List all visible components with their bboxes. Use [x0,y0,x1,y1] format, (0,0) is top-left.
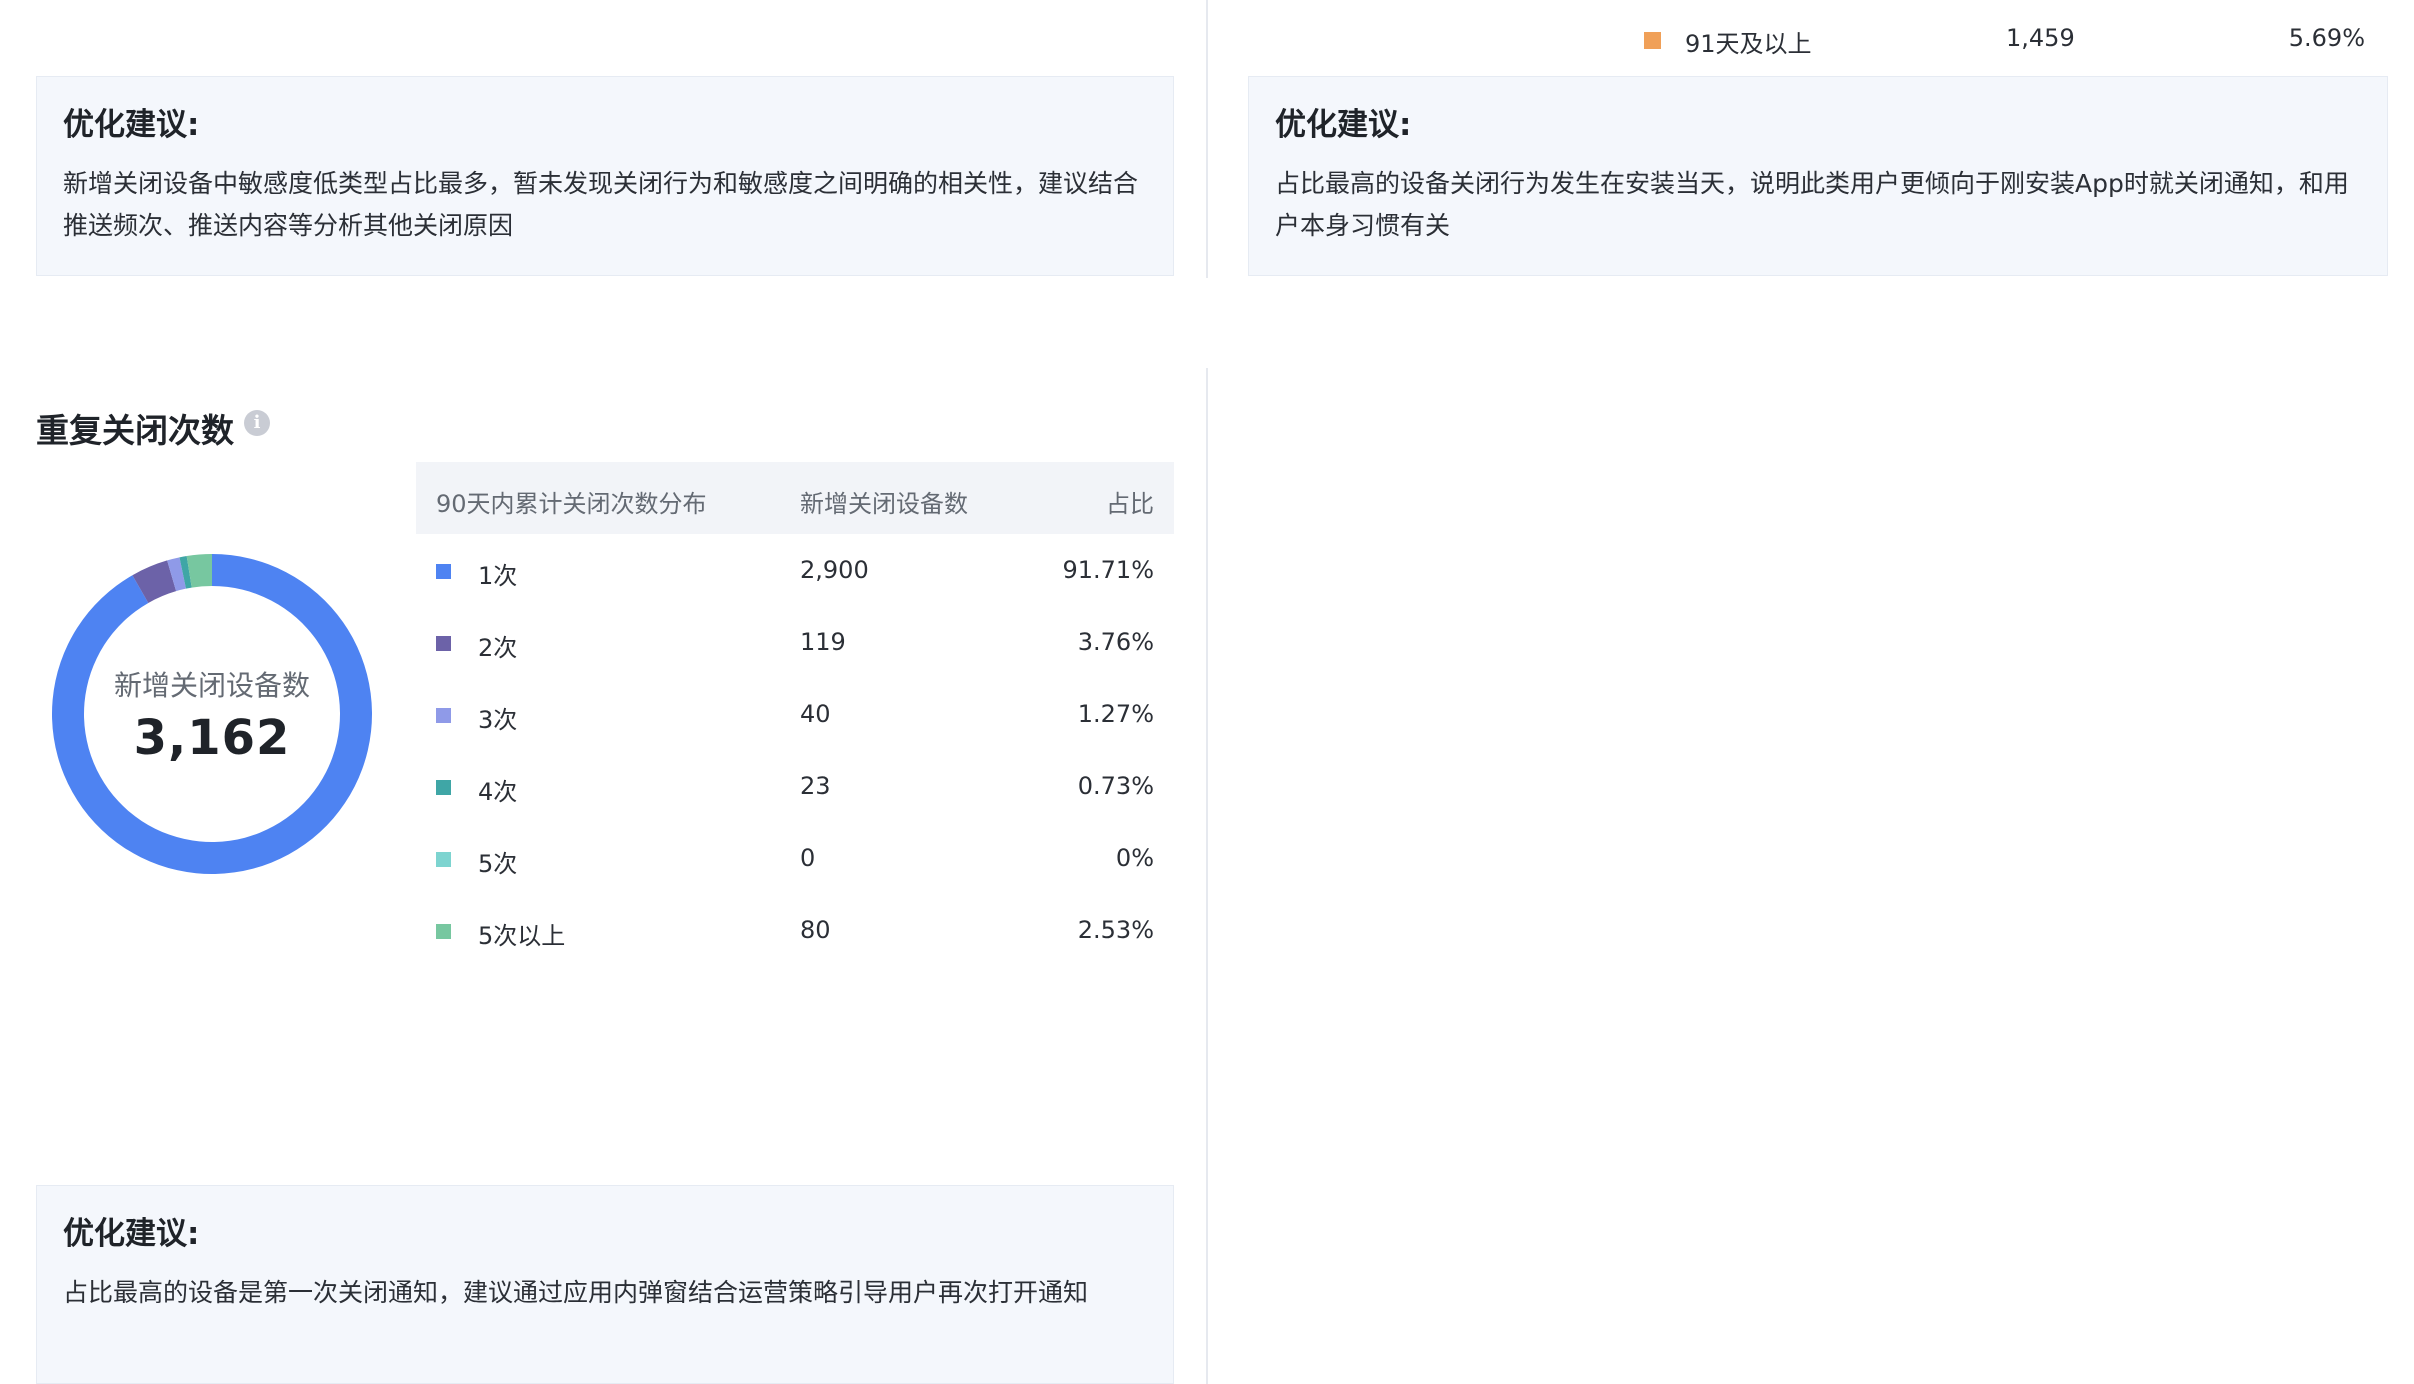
legend-percent: 5.69% [2288,24,2365,52]
section-title-repeat-close: 重复关闭次数 [36,411,234,450]
suggestion-text: 占比最高的设备关闭行为发生在安装当天，说明此类用户更倾向于刚安装App时就关闭通… [1275,169,2349,240]
legend-count: 1,459 [2006,24,2075,52]
suggestion-text: 占比最高的设备是第一次关闭通知，建议通过应用内弹窗结合运营策略引导用户再次打开通… [63,1278,1089,1307]
legend-swatch [436,708,451,723]
table-row: 1次 2,900 91.71% [416,534,1174,606]
row-count: 2,900 [800,556,869,584]
suggestion-title: 优化建议: [1275,107,1412,143]
donut-chart: 新增关闭设备数 3,162 [50,552,374,876]
repeat-close-table: 90天内累计关闭次数分布 新增关闭设备数 占比 1次 2,900 91.71% 2次 1… [416,462,1174,966]
table-body: 1次 2,900 91.71% 2次 119 3.76% 3次 40 1.27% 4次 23 0.73… [416,534,1174,966]
donut-center-label: 新增关闭设备数 [113,669,310,702]
row-percent: 0.73% [1077,772,1154,800]
header-device-count: 新增关闭设备数 [800,490,968,518]
suggestion-text: 新增关闭设备中敏感度低类型占比最多，暂未发现关闭行为和敏感度之间明确的相关性，建… [63,169,1139,240]
row-count: 23 [800,772,831,800]
legend-swatch [436,564,451,579]
row-category: 5次 [478,850,518,878]
suggestion-card-sensitivity: 优化建议: 新增关闭设备中敏感度低类型占比最多，暂未发现关闭行为和敏感度之间明确… [36,76,1174,276]
suggestion-card-install-time: 优化建议: 占比最高的设备关闭行为发生在安装当天，说明此类用户更倾向于刚安装Ap… [1248,76,2388,276]
row-category: 4次 [478,778,518,806]
row-percent: 0% [1115,844,1154,872]
legend-swatch [436,852,451,867]
header-distribution: 90天内累计关闭次数分布 [436,490,707,518]
info-icon[interactable]: i [244,410,270,436]
row-count: 40 [800,700,831,728]
suggestion-title: 优化建议: [63,107,200,143]
row-percent: 3.76% [1077,628,1154,656]
legend-swatch [436,780,451,795]
header-ratio: 占比 [1106,490,1154,518]
row-percent: 91.71% [1062,556,1154,584]
suggestion-card-repeat-close: 优化建议: 占比最高的设备是第一次关闭通知，建议通过应用内弹窗结合运营策略引导用… [36,1185,1174,1384]
legend-swatch [436,924,451,939]
legend-swatch [1644,32,1661,49]
row-percent: 1.27% [1077,700,1154,728]
table-row: 4次 23 0.73% [416,750,1174,822]
donut-center-total: 3,162 [133,710,291,766]
table-header: 90天内累计关闭次数分布 新增关闭设备数 占比 [416,462,1174,534]
row-count: 0 [800,844,816,872]
divider-top [1206,0,1208,278]
table-row: 5次 0 0% [416,822,1174,894]
legend-row-91-days: 91天及以上 1,459 5.69% [1640,22,2365,58]
row-category: 5次以上 [478,922,566,950]
row-category: 1次 [478,562,518,590]
row-category: 2次 [478,634,518,662]
row-count: 80 [800,916,831,944]
table-row: 3次 40 1.27% [416,678,1174,750]
legend-label: 91天及以上 [1685,30,1812,58]
table-row: 2次 119 3.76% [416,606,1174,678]
row-count: 119 [800,628,846,656]
table-row: 5次以上 80 2.53% [416,894,1174,966]
row-category: 3次 [478,706,518,734]
legend-swatch [436,636,451,651]
row-percent: 2.53% [1077,916,1154,944]
suggestion-title: 优化建议: [63,1216,200,1252]
divider-bottom [1206,368,1208,1384]
